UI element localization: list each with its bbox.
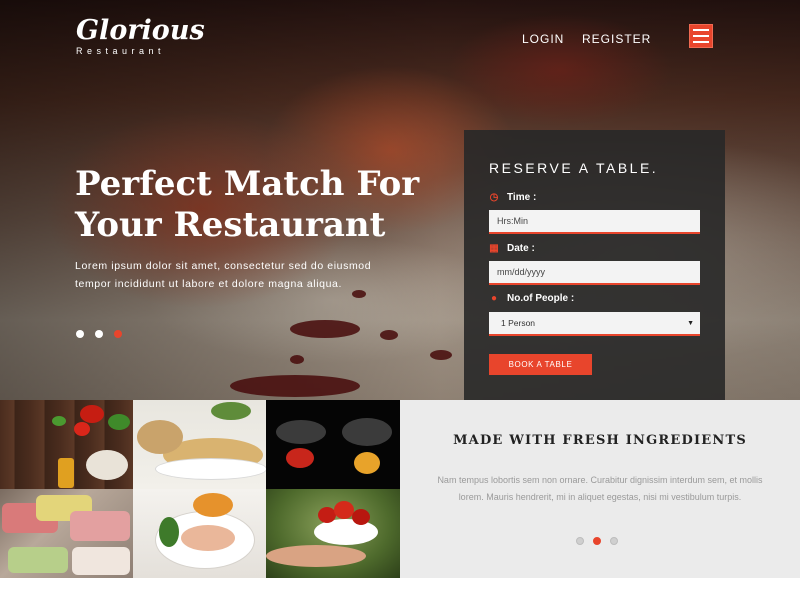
photo-peanuts-bowl [133,400,266,489]
book-table-button[interactable]: BOOK A TABLE [489,354,592,375]
date-label: ▦ Date : [489,243,535,254]
dropdown-arrow-icon: ▼ [687,319,694,327]
users-icon: ● [490,293,498,304]
people-label-text: No.of People : [507,293,575,304]
clock-icon: ◷ [489,192,499,203]
reservation-form: RESERVE A TABLE. ◷ Time : ▦ Date : ● No.… [464,130,725,400]
photo-gelato-trays [0,489,133,578]
hero-title-line1: Perfect Match For [75,164,420,204]
people-label: ● No.of People : [489,293,574,304]
photo-peppers-splash [266,400,400,489]
people-selected-value: 1 Person [501,318,536,328]
fresh-dot-1[interactable] [576,537,584,545]
menu-bar [693,29,709,31]
hamburger-menu-icon[interactable] [689,24,713,48]
calendar-icon: ▦ [489,243,499,254]
slider-dot-3[interactable] [114,330,122,338]
brand-logo[interactable]: Glorious Restaurant [76,15,205,57]
login-link[interactable]: LOGIN [522,32,564,46]
time-label: ◷ Time : [489,192,537,203]
hero-text-line2: tempor incididunt ut labore et dolore ma… [75,278,342,290]
date-input[interactable] [489,261,700,285]
brand-tagline: Restaurant [76,46,166,56]
sauce-drop [430,350,452,360]
slider-dot-1[interactable] [76,330,84,338]
time-input[interactable] [489,210,700,234]
photo-salmon-dish [133,489,266,578]
fresh-text-line1: Nam tempus lobortis sem non ornare. Cura… [437,475,763,485]
sauce-drop [230,375,360,397]
fresh-dot-2[interactable] [593,537,601,545]
sauce-drop [380,330,398,340]
date-label-text: Date : [507,243,535,254]
hero-description: Lorem ipsum dolor sit amet, consectetur … [75,257,435,293]
hero-text-line1: Lorem ipsum dolor sit amet, consectetur … [75,260,372,272]
hero-banner: Glorious Restaurant LOGIN REGISTER Perfe… [0,0,800,400]
photo-tomatoes-herbs [0,400,133,489]
fresh-description: Nam tempus lobortis sem non ornare. Cura… [428,472,772,506]
sauce-drop [290,320,360,338]
sauce-drop [290,355,304,364]
fresh-ingredients-section: MADE WITH FRESH INGREDIENTS Nam tempus l… [400,400,800,578]
page-bottom-strip [0,578,800,600]
hero-slider-dots [76,330,122,338]
hero-title-line2: Your Restaurant [75,205,386,245]
hero-title: Perfect Match For Your Restaurant [75,164,435,246]
fresh-dot-3[interactable] [610,537,618,545]
reservation-title: RESERVE A TABLE. [489,160,659,176]
people-select[interactable]: 1 Person ▼ [489,312,700,336]
fresh-text-line2: lorem. Mauris hendrerit, mi in aliquet e… [458,492,742,502]
slider-dot-2[interactable] [95,330,103,338]
time-label-text: Time : [507,192,537,203]
fresh-slider-dots [576,537,618,545]
menu-bar [693,35,709,37]
brand-name: Glorious [76,15,205,46]
fresh-title: MADE WITH FRESH INGREDIENTS [453,433,747,448]
register-link[interactable]: REGISTER [582,32,651,46]
photo-tomato-bowl-hand [266,489,400,578]
menu-bar [693,41,709,43]
